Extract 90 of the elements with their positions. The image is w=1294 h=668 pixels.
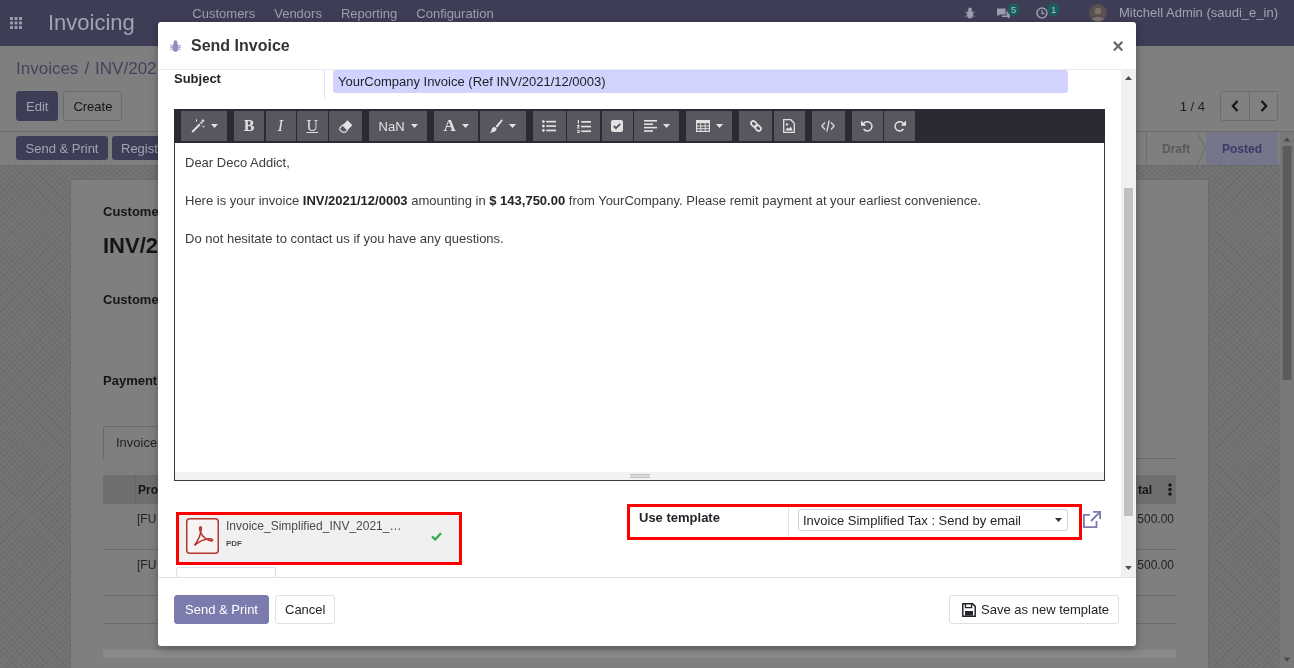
pdf-file-icon [186, 517, 219, 554]
resize-handle[interactable] [175, 472, 1104, 480]
column-header: tal [1138, 482, 1152, 497]
menu-item[interactable]: Configuration [406, 7, 504, 21]
send-print-button[interactable]: Send & Print [16, 136, 108, 160]
table-cell: 500.00 [1137, 557, 1174, 573]
send-print-button[interactable]: Send & Print [174, 595, 269, 624]
clear-format-button[interactable] [329, 111, 363, 141]
bullet-list-icon [542, 120, 557, 132]
edit-button[interactable]: Edit [16, 91, 59, 121]
grip-lines-icon [629, 474, 650, 478]
template-select[interactable]: Invoice Simplified Tax : Send by email [798, 509, 1068, 531]
code-view-button[interactable] [811, 111, 845, 141]
menu-item[interactable]: Reporting [331, 7, 407, 21]
kebab-menu-icon[interactable] [1168, 483, 1172, 496]
notification-badge: 1 [1047, 3, 1061, 16]
underline-button[interactable]: U [297, 111, 328, 141]
align-button[interactable] [634, 111, 680, 141]
redo-button[interactable] [884, 111, 916, 141]
invoice-type-label: Custome [103, 203, 159, 221]
field-label: Custome [103, 291, 159, 309]
numbered-list-icon [576, 119, 591, 133]
breadcrumb-separator: / [83, 58, 91, 79]
external-link-icon[interactable] [1083, 511, 1101, 528]
register-button[interactable]: Regist [112, 136, 158, 160]
undo-button[interactable] [851, 111, 883, 141]
text-style-button[interactable] [181, 111, 227, 141]
italic-button[interactable]: I [265, 111, 296, 141]
numbered-list-button[interactable] [567, 111, 601, 141]
menu-item[interactable]: Vendors [264, 7, 332, 21]
app-title: Invoicing [48, 10, 135, 36]
undo-icon [861, 120, 874, 132]
square-tick-icon [611, 120, 624, 132]
page-scrollbar[interactable] [1280, 132, 1294, 668]
eraser-icon [338, 119, 353, 133]
highlight-color-button[interactable] [479, 111, 526, 141]
file-type-label: PDF [226, 539, 242, 549]
code-icon [821, 120, 836, 132]
font-size-button[interactable]: NaN [369, 111, 428, 141]
notification-badge: 5 [1007, 3, 1021, 16]
save-template-button[interactable]: Save as new template [949, 595, 1119, 624]
apps-grid-icon[interactable] [10, 17, 22, 29]
message-body-field[interactable] [174, 143, 1105, 481]
subject-field[interactable]: YourCompany Invoice (Ref INV/2021/12/0003) [333, 70, 1068, 93]
breadcrumb-link[interactable]: Invoices [16, 58, 79, 79]
chevron-left-icon [1231, 100, 1239, 112]
table-cell: [FU [137, 511, 157, 527]
close-button[interactable]: × [1112, 35, 1124, 56]
table-icon [695, 120, 710, 132]
column-header: Pro [138, 482, 158, 497]
dialog-scrollbar[interactable] [1121, 70, 1136, 577]
next-button[interactable] [1249, 92, 1277, 120]
breadcrumb-current: INV/202 [95, 58, 157, 79]
paintbrush-icon [489, 119, 504, 133]
task-list-button[interactable] [601, 111, 633, 141]
table-cell: 500.00 [1137, 511, 1174, 527]
dialog-title: Send Invoice [191, 36, 290, 55]
status-stage[interactable]: Posted [1206, 132, 1278, 165]
chevron-right-icon [1259, 100, 1268, 112]
menu-item[interactable]: Customers [182, 7, 265, 21]
link-button[interactable] [739, 111, 773, 141]
clock-icon[interactable] [1036, 7, 1049, 19]
image-button[interactable] [773, 111, 805, 141]
invoice-number: INV/2 [103, 232, 159, 260]
redo-icon [893, 120, 906, 132]
align-left-icon [643, 120, 657, 132]
create-button[interactable]: Create [63, 91, 123, 121]
message-paragraph: Do not hesitate to contact us if you have any questions. [185, 230, 505, 248]
bold-button[interactable]: B [234, 111, 264, 141]
table-cell: [FU [137, 557, 157, 573]
table-scrollbar[interactable] [103, 650, 1176, 658]
magic-wand-icon [190, 119, 205, 133]
attachment-name: Invoice_Simplified_INV_2021_… [226, 518, 402, 534]
table-button[interactable] [686, 111, 733, 141]
caret-icon [1055, 518, 1062, 522]
template-label: Use template [639, 509, 720, 525]
bug-icon [170, 39, 181, 52]
message-paragraph: Here is your invoice INV/2021/12/0003 amounting in $ 143,750.00 from YourCompany. Please remit payment at your earliest convenience. [185, 192, 983, 210]
attachment-card[interactable]: Invoice_Simplified_INV_2021_… PDF [179, 515, 459, 562]
bullet-list-button[interactable] [532, 111, 566, 141]
subject-label: Subject [174, 71, 221, 86]
bug-icon[interactable] [965, 7, 976, 19]
cancel-button[interactable]: Cancel [275, 595, 336, 624]
font-color-button[interactable]: A [434, 111, 479, 141]
user-menu[interactable]: Mitchell Admin (saudi_e_in) [1119, 6, 1278, 20]
field-label: Payment [103, 372, 158, 390]
image-icon [783, 119, 796, 133]
message-paragraph: Dear Deco Addict, [185, 154, 291, 172]
pager-value: 1 / 4 [1179, 98, 1205, 114]
chain-link-icon [748, 119, 763, 133]
